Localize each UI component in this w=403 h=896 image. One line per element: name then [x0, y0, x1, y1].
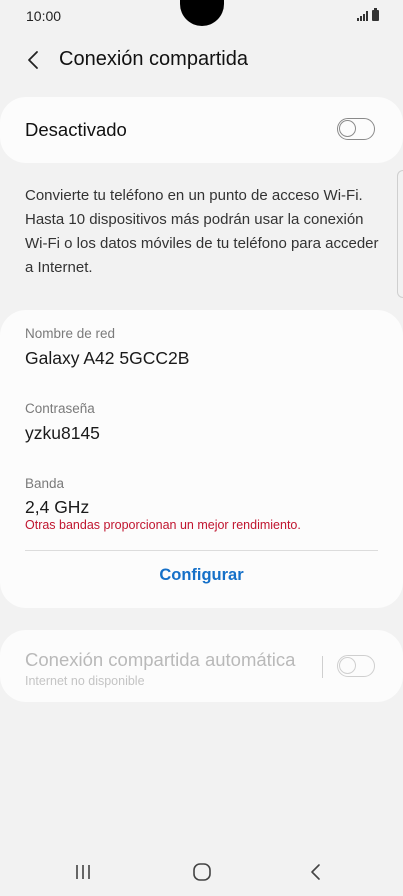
auto-hotspot-label: Conexión compartida automática	[25, 649, 296, 670]
hotspot-toggle-card[interactable]: Desactivado	[0, 97, 403, 163]
recent-apps-button[interactable]	[71, 860, 95, 884]
home-button[interactable]	[190, 860, 214, 884]
battery-icon	[372, 8, 379, 21]
back-button[interactable]	[20, 46, 48, 74]
navigation-bar	[0, 850, 403, 896]
scroll-indicator[interactable]	[397, 170, 403, 298]
auto-hotspot-switch[interactable]	[337, 655, 375, 677]
network-info-card: Nombre de red Galaxy A42 5GCC2B Contrase…	[0, 310, 403, 608]
switch-knob	[339, 657, 356, 674]
nav-back-button[interactable]	[304, 860, 328, 884]
auto-hotspot-card[interactable]: Conexión compartida automática Internet …	[0, 630, 403, 702]
band-value[interactable]: 2,4 GHz	[25, 497, 89, 518]
password-label: Contraseña	[25, 401, 95, 416]
camera-notch	[180, 0, 224, 26]
vertical-divider	[322, 656, 323, 678]
band-warning: Otras bandas proporcionan un mejor rendi…	[25, 518, 301, 532]
status-time: 10:00	[26, 8, 62, 24]
switch-knob	[339, 120, 356, 137]
auto-hotspot-sublabel: Internet no disponible	[25, 674, 145, 688]
band-label: Banda	[25, 476, 65, 491]
password-value[interactable]: yzku8145	[25, 423, 100, 444]
chevron-left-icon	[28, 51, 38, 69]
hotspot-toggle-label: Desactivado	[25, 119, 127, 140]
home-icon	[193, 863, 211, 881]
status-icons	[357, 8, 379, 21]
divider	[25, 550, 378, 551]
screen: 10:00 Conexión compartida Desactivado Co…	[0, 0, 403, 896]
network-name-label: Nombre de red	[25, 326, 116, 341]
hotspot-description: Convierte tu teléfono en un punto de acc…	[25, 187, 379, 276]
configure-button[interactable]: Configurar	[0, 566, 403, 585]
signal-icon	[357, 11, 368, 21]
hotspot-switch[interactable]	[337, 118, 375, 140]
page-title: Conexión compartida	[59, 48, 248, 70]
back-icon	[311, 864, 320, 880]
status-bar: 10:00	[0, 0, 403, 32]
header: Conexión compartida	[0, 40, 403, 80]
network-name-value[interactable]: Galaxy A42 5GCC2B	[25, 348, 189, 369]
recent-apps-icon	[76, 865, 90, 879]
